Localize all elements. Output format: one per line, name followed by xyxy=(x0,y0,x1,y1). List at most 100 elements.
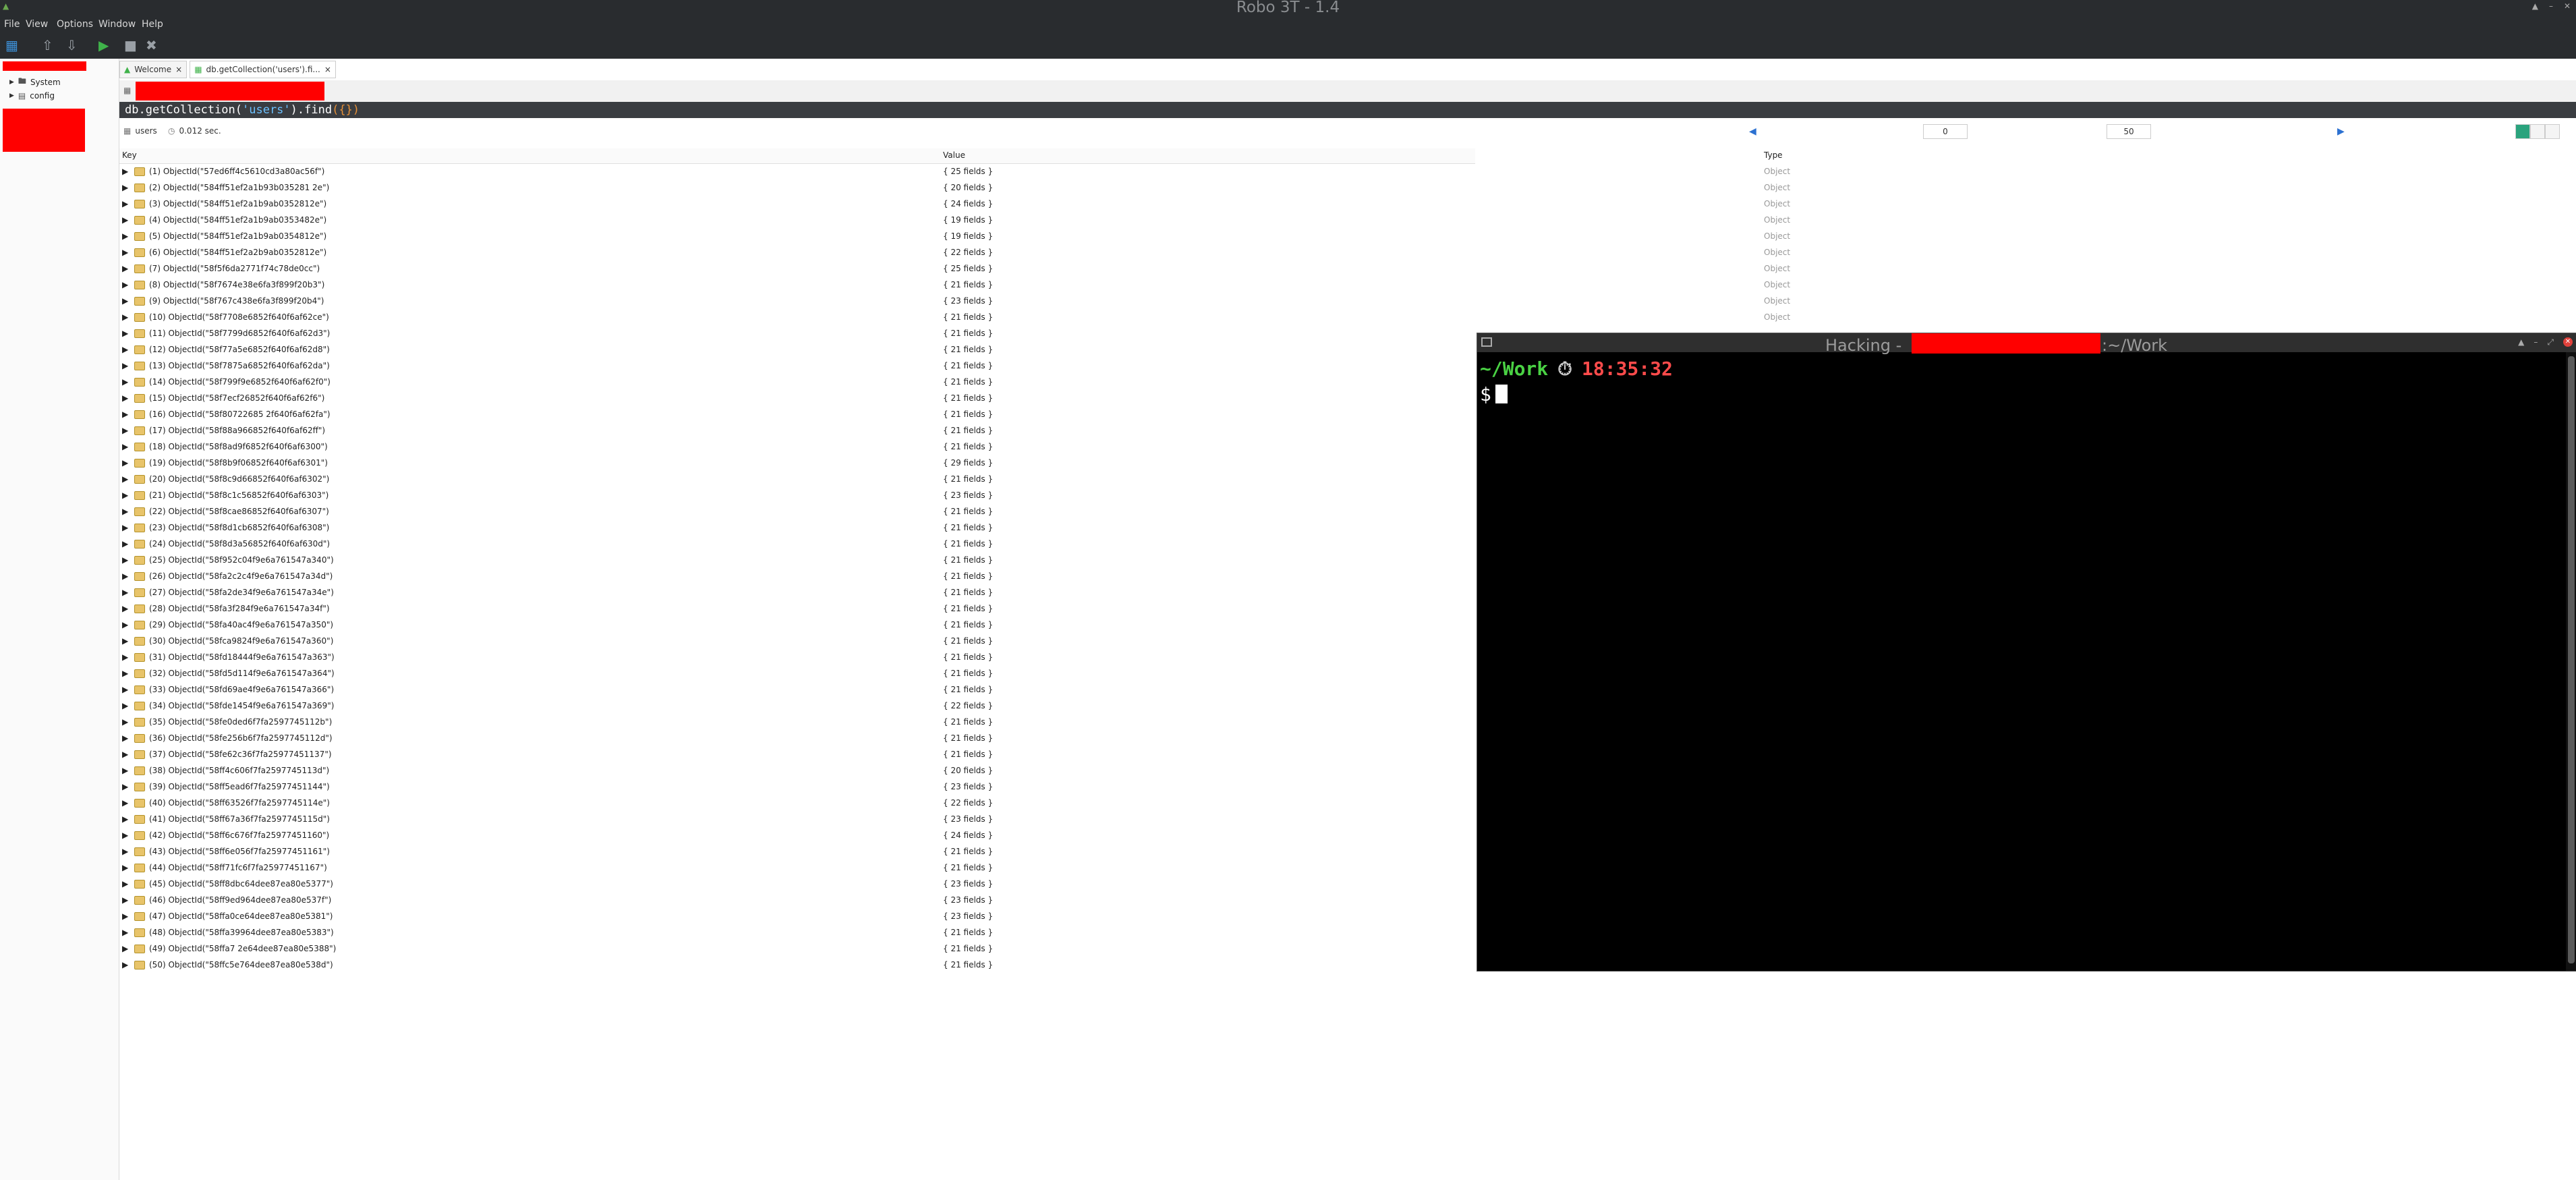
table-row[interactable]: ▶ (14) ObjectId("58f799f9e6852f640f6af62f… xyxy=(119,374,1475,391)
table-row[interactable]: ▶ (49) ObjectId("58ffa7 2e64dee87ea80e538… xyxy=(119,941,1475,957)
table-row[interactable]: ▶ (42) ObjectId("58ff6c676f7fa25977451160… xyxy=(119,828,1475,844)
window-close-icon[interactable]: ✕ xyxy=(2564,1,2571,11)
menu-window[interactable]: Window xyxy=(98,19,136,30)
expand-arrow-icon[interactable]: ▶ xyxy=(122,895,128,905)
expand-arrow-icon[interactable]: ▶ xyxy=(122,199,128,208)
table-row[interactable]: ▶ (46) ObjectId("58ff9ed964dee87ea80e537f… xyxy=(119,893,1475,909)
expand-arrow-icon[interactable]: ▶ xyxy=(122,831,128,840)
menu-file[interactable]: File xyxy=(4,19,20,30)
expand-arrow-icon[interactable]: ▶ xyxy=(122,361,128,370)
expand-arrow-icon[interactable]: ▶ xyxy=(122,248,128,257)
tools-icon[interactable]: ✖ xyxy=(146,37,157,53)
expand-arrow-icon[interactable]: ▶ xyxy=(122,410,128,419)
terminal-output[interactable]: ~/Work ⏱ 18:35:32 $ xyxy=(1477,352,2576,971)
table-row[interactable]: ▶ (29) ObjectId("58fa40ac4f9e6a761547a350… xyxy=(119,617,1475,634)
window-maximize-icon[interactable]: ▲ xyxy=(2532,1,2538,11)
header-key[interactable]: Key xyxy=(122,150,137,160)
table-row[interactable]: ▶ (30) ObjectId("58fca9824f9e6a761547a360… xyxy=(119,634,1475,650)
table-row[interactable]: ▶ (28) ObjectId("58fa3f284f9e6a761547a34f… xyxy=(119,601,1475,617)
terminal-title-bar[interactable]: Hacking - :~/Work ▲ – ⤢ ✕ xyxy=(1477,333,2576,355)
menu-view[interactable]: View xyxy=(26,19,48,30)
prev-page-icon[interactable]: ◀ xyxy=(1749,126,1756,137)
expand-arrow-icon[interactable]: ▶ xyxy=(122,588,128,597)
expand-arrow-icon[interactable]: ▶ xyxy=(122,685,128,694)
table-row[interactable]: ▶ (36) ObjectId("58fe256b6f7fa2597745112d… xyxy=(119,731,1475,747)
next-page-icon[interactable]: ▶ xyxy=(2337,126,2345,137)
input-line[interactable]: $ xyxy=(1480,383,1508,405)
expand-arrow-icon[interactable]: ▶ xyxy=(122,458,128,468)
expand-arrow-icon[interactable]: ▶ xyxy=(122,393,128,403)
connect-icon[interactable]: ▦ xyxy=(5,37,18,53)
table-row[interactable]: ▶ (50) ObjectId("58ffc5e764dee87ea80e538d… xyxy=(119,957,1475,974)
expand-arrow-icon[interactable]: ▶ xyxy=(122,944,128,953)
expand-arrow-icon[interactable]: ▶ xyxy=(122,426,128,435)
tab-welcome[interactable]: ▲ Welcome × xyxy=(119,61,188,78)
table-row[interactable]: ▶ (7) ObjectId("58f5f6da2771f74c78de0cc")… xyxy=(119,261,1790,277)
table-row[interactable]: ▶ (48) ObjectId("58ffa39964dee87ea80e5383… xyxy=(119,925,1475,941)
expand-arrow-icon[interactable]: ▶ xyxy=(122,215,128,225)
table-row[interactable]: ▶ (35) ObjectId("58fe0ded6f7fa2597745112b… xyxy=(119,714,1475,731)
table-row[interactable]: ▶ (32) ObjectId("58fd5d114f9e6a761547a364… xyxy=(119,666,1475,682)
table-row[interactable]: ▶ (12) ObjectId("58f77a5e6852f640f6af62d8… xyxy=(119,342,1475,358)
window-minimize-icon[interactable]: – xyxy=(2549,1,2553,11)
expand-arrow-icon[interactable]: ▶ xyxy=(122,329,128,338)
table-row[interactable]: ▶ (33) ObjectId("58fd69ae4f9e6a761547a366… xyxy=(119,682,1475,698)
expand-arrow-icon[interactable]: ▶ xyxy=(122,264,128,273)
table-row[interactable]: ▶ (31) ObjectId("58fd18444f9e6a761547a363… xyxy=(119,650,1475,666)
expand-arrow-icon[interactable]: ▶ xyxy=(122,669,128,678)
table-row[interactable]: ▶ (22) ObjectId("58f8cae86852f640f6af6307… xyxy=(119,504,1475,520)
table-row[interactable]: ▶ (41) ObjectId("58ff67a36f7fa2597745115d… xyxy=(119,812,1475,828)
expand-arrow-icon[interactable]: ▶ xyxy=(122,604,128,613)
table-row[interactable]: ▶ (34) ObjectId("58fde1454f9e6a761547a369… xyxy=(119,698,1475,714)
table-row[interactable]: ▶ (6) ObjectId("584ff51ef2a2b9ab0352812e"… xyxy=(119,245,1790,261)
table-row[interactable]: ▶ (39) ObjectId("58ff5ead6f7fa25977451144… xyxy=(119,779,1475,795)
table-row[interactable]: ▶ (10) ObjectId("58f7708e6852f640f6af62ce… xyxy=(119,310,1790,326)
expand-arrow-icon[interactable]: ▶ xyxy=(122,750,128,759)
table-row[interactable]: ▶ (24) ObjectId("58f8d3a56852f640f6af630d… xyxy=(119,536,1475,553)
expand-arrow-icon[interactable]: ▶ xyxy=(122,960,128,970)
menu-options[interactable]: Options xyxy=(57,19,93,30)
expand-arrow-icon[interactable]: ▶ xyxy=(122,571,128,581)
table-row[interactable]: ▶ (47) ObjectId("58ffa0ce64dee87ea80e5381… xyxy=(119,909,1475,925)
run-icon[interactable]: ▶ xyxy=(98,37,109,53)
terminal-shade-icon[interactable]: ▲ xyxy=(2518,337,2524,347)
expand-arrow-icon[interactable]: ▶ xyxy=(122,490,128,500)
tree-item-config[interactable]: ▶ ▤ config xyxy=(9,91,55,101)
table-row[interactable]: ▶ (17) ObjectId("58f88a966852f640f6af62ff… xyxy=(119,423,1475,439)
expand-arrow-icon[interactable]: ▶ xyxy=(122,231,128,241)
expand-arrow-icon[interactable]: ▶ xyxy=(122,523,128,532)
table-row[interactable]: ▶ (8) ObjectId("58f7674e38e6fa3f899f20b3"… xyxy=(119,277,1790,293)
terminal-scrollbar[interactable] xyxy=(2566,352,2576,971)
page-size-input[interactable]: 50 xyxy=(2107,124,2151,139)
expand-arrow-icon[interactable]: ▶ xyxy=(122,280,128,289)
expand-arrow-icon[interactable]: ▶ xyxy=(122,847,128,856)
query-editor[interactable]: db.getCollection('users').find({}) xyxy=(119,102,2576,118)
stop-icon[interactable]: ■ xyxy=(124,37,137,53)
expand-arrow-icon[interactable]: ▶ xyxy=(122,507,128,516)
expand-arrow-icon[interactable]: ▶ xyxy=(122,167,128,176)
table-row[interactable]: ▶ (27) ObjectId("58fa2de34f9e6a761547a34e… xyxy=(119,585,1475,601)
expand-arrow-icon[interactable]: ▶ xyxy=(122,620,128,629)
query-text[interactable]: db.getCollection('users').find({}) xyxy=(125,103,360,117)
tab-close-icon[interactable]: × xyxy=(324,65,331,74)
table-row[interactable]: ▶ (19) ObjectId("58f8b9f06852f640f6af6301… xyxy=(119,455,1475,472)
table-row[interactable]: ▶ (15) ObjectId("58f7ecf26852f640f6af62f6… xyxy=(119,391,1475,407)
terminal-minimize-icon[interactable]: – xyxy=(2534,337,2538,347)
table-row[interactable]: ▶ (5) ObjectId("584ff51ef2a1b9ab0354812e"… xyxy=(119,229,1790,245)
expand-arrow-icon[interactable]: ▶ xyxy=(122,701,128,710)
table-row[interactable]: ▶ (20) ObjectId("58f8c9d66852f640f6af6302… xyxy=(119,472,1475,488)
terminal-window[interactable]: Hacking - :~/Work ▲ – ⤢ ✕ ~/Work ⏱ 18:35:3… xyxy=(1477,333,2576,972)
table-row[interactable]: ▶ (43) ObjectId("58ff6e056f7fa25977451161… xyxy=(119,844,1475,860)
expand-arrow-icon[interactable]: ▶ xyxy=(122,312,128,322)
expand-arrow-icon[interactable]: ▶ xyxy=(122,345,128,354)
terminal-scrollbar-thumb[interactable] xyxy=(2568,356,2575,963)
expand-arrow-icon[interactable]: ▶ xyxy=(122,183,128,192)
expand-arrow-icon[interactable]: ▶ xyxy=(122,717,128,727)
table-row[interactable]: ▶ (1) ObjectId("57ed6ff4c5610cd3a80ac56f"… xyxy=(119,164,1790,180)
table-row[interactable]: ▶ (11) ObjectId("58f7799d6852f640f6af62d3… xyxy=(119,326,1475,342)
table-row[interactable]: ▶ (45) ObjectId("58ff8dbc64dee87ea80e5377… xyxy=(119,876,1475,893)
expand-arrow-icon[interactable]: ▶ xyxy=(122,879,128,889)
expand-arrow-icon[interactable]: ▶ xyxy=(122,782,128,791)
table-row[interactable]: ▶ (4) ObjectId("584ff51ef2a1b9ab0353482e"… xyxy=(119,213,1790,229)
expand-arrow-icon[interactable]: ▶ xyxy=(122,474,128,484)
